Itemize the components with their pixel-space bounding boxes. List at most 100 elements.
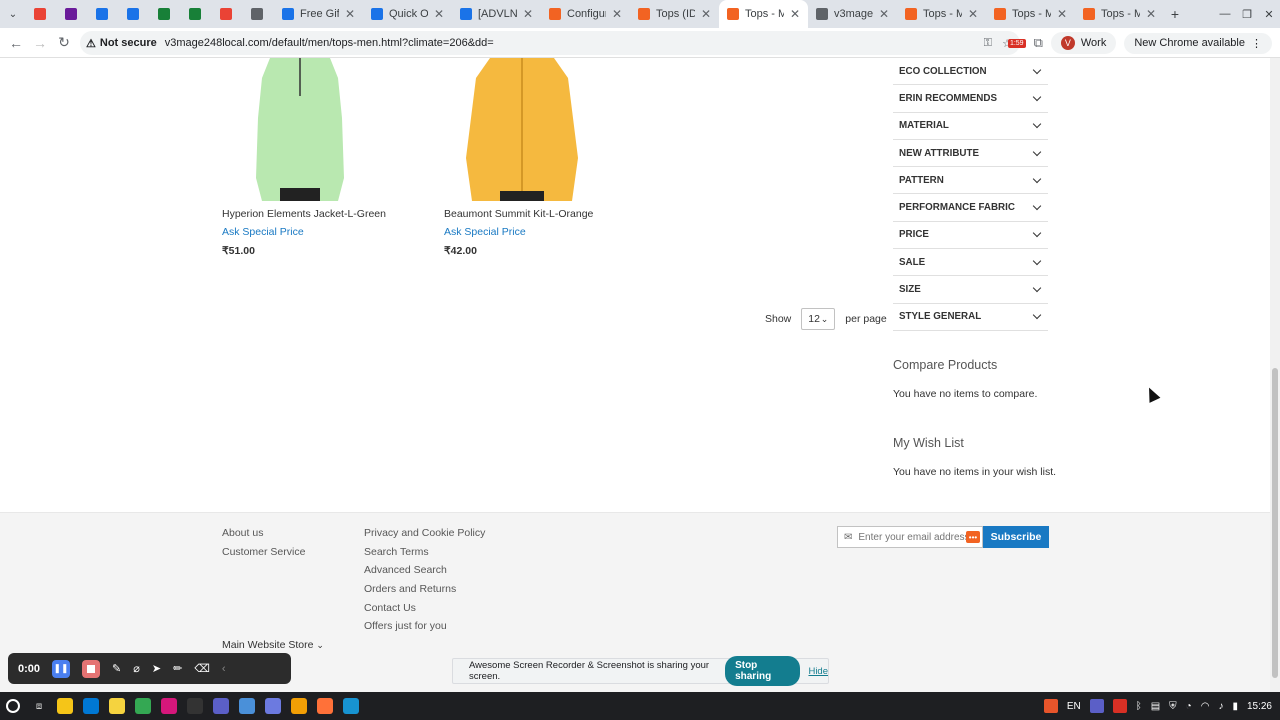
filter-option[interactable]: SIZE: [893, 276, 1048, 304]
filter-option[interactable]: MATERIAL: [893, 113, 1048, 140]
shield-icon[interactable]: ⛨: [1169, 701, 1177, 712]
limiter-select[interactable]: 12 ⌄: [801, 308, 836, 330]
filter-option[interactable]: PRICE: [893, 222, 1048, 250]
eraser-icon[interactable]: ⌫: [194, 662, 210, 675]
close-icon[interactable]: ✕: [1258, 0, 1280, 28]
ask-special-price-link[interactable]: Ask Special Price: [222, 226, 422, 238]
filter-option[interactable]: PERFORMANCE FABRIC: [893, 194, 1048, 222]
store-switcher[interactable]: Main Website Store ⌄: [222, 639, 324, 651]
browser-tab[interactable]: [150, 0, 181, 28]
browser-tab[interactable]: [119, 0, 150, 28]
tab-close-icon[interactable]: ✕: [345, 7, 355, 21]
browser-tab[interactable]: [212, 0, 243, 28]
browser-tab[interactable]: [26, 0, 57, 28]
taskbar-app-terminal[interactable]: [182, 692, 208, 720]
tab-close-icon[interactable]: ✕: [879, 7, 889, 21]
stop-recording-button[interactable]: [82, 659, 101, 678]
password-key-icon[interactable]: ⚿: [984, 37, 992, 50]
footer-link-orders-returns[interactable]: Orders and Returns: [364, 583, 456, 595]
omnibox[interactable]: ⚠ Not secure v3mage248local.com/default/m…: [80, 31, 1020, 55]
filter-option[interactable]: ERIN RECOMMENDS: [893, 85, 1048, 113]
browser-tab[interactable]: [57, 0, 88, 28]
launcher-icon[interactable]: [0, 692, 26, 720]
product-item[interactable]: Beaumont Summit Kit-L-Orange Ask Special…: [444, 58, 644, 257]
ask-special-price-link[interactable]: Ask Special Price: [444, 226, 644, 238]
browser-tab[interactable]: [181, 0, 212, 28]
footer-link-about[interactable]: About us: [222, 527, 263, 539]
tab-close-icon[interactable]: ✕: [1146, 7, 1156, 21]
tab-close-icon[interactable]: ✕: [523, 7, 533, 21]
minimize-icon[interactable]: —: [1214, 0, 1236, 28]
taskbar-app-camera[interactable]: [234, 692, 260, 720]
tab-close-icon[interactable]: ✕: [790, 7, 800, 21]
footer-link-privacy[interactable]: Privacy and Cookie Policy: [364, 527, 485, 539]
tab-close-icon[interactable]: ✕: [1057, 7, 1067, 21]
tab-close-icon[interactable]: ✕: [968, 7, 978, 21]
product-name[interactable]: Beaumont Summit Kit-L-Orange: [444, 208, 644, 220]
bluetooth-icon[interactable]: ᛒ: [1136, 701, 1142, 712]
forward-button[interactable]: →: [28, 31, 52, 55]
mic-off-icon[interactable]: ⌀: [133, 662, 140, 675]
taskbar-app-chrome[interactable]: [130, 692, 156, 720]
pointer-icon[interactable]: ➤: [152, 662, 161, 675]
taskbar-app-sublime[interactable]: [286, 692, 312, 720]
browser-tab[interactable]: Tops - Me ✕: [986, 0, 1075, 28]
product-item[interactable]: Hyperion Elements Jacket-L-Green Ask Spe…: [222, 58, 422, 257]
taskbar-app-editor[interactable]: [260, 692, 286, 720]
filter-option[interactable]: SALE: [893, 249, 1048, 277]
collapse-icon[interactable]: ‹: [222, 663, 226, 675]
filter-option[interactable]: PATTERN: [893, 167, 1048, 195]
footer-link-search-terms[interactable]: Search Terms: [364, 546, 429, 558]
language-indicator[interactable]: EN: [1067, 701, 1081, 712]
taskbar-app-teams[interactable]: [208, 692, 234, 720]
browser-tab[interactable]: [243, 0, 274, 28]
page-scrollbar[interactable]: [1270, 58, 1280, 692]
taskbar-app-files[interactable]: [52, 692, 78, 720]
browser-tab[interactable]: Quick Ord ✕: [363, 0, 452, 28]
tab-close-icon[interactable]: ✕: [434, 7, 444, 21]
filter-option[interactable]: STYLE GENERAL: [893, 304, 1048, 331]
footer-link-offers[interactable]: Offers just for you: [364, 620, 447, 632]
stop-sharing-button[interactable]: Stop sharing: [725, 656, 801, 686]
clock[interactable]: 15:26: [1247, 701, 1272, 712]
extension-badge[interactable]: 1:59: [1007, 38, 1026, 48]
subscribe-button[interactable]: Subscribe: [983, 526, 1049, 548]
maximize-icon[interactable]: ❐: [1236, 0, 1258, 28]
extensions-icon[interactable]: ⧉: [1034, 35, 1043, 51]
browser-tab[interactable]: Tops (ID: 1 ✕: [630, 0, 719, 28]
footer-link-customer-service[interactable]: Customer Service: [222, 546, 305, 558]
browser-tab[interactable]: [88, 0, 119, 28]
update-button[interactable]: New Chrome available ⋮: [1124, 32, 1272, 54]
browser-tab[interactable]: Tops - Me ✕: [1075, 0, 1164, 28]
browser-tab[interactable]: Free Gift I ✕: [274, 0, 363, 28]
back-button[interactable]: ←: [4, 31, 28, 55]
clipboard-icon[interactable]: ▤: [1151, 701, 1160, 712]
reload-button[interactable]: ↻: [52, 31, 76, 55]
tab-search-button[interactable]: ⌄: [0, 0, 26, 28]
recorder-tray-icon[interactable]: [1043, 699, 1058, 713]
product-image[interactable]: [222, 58, 378, 201]
notification-icon[interactable]: ◔: [1186, 701, 1192, 712]
taskbar-app-arch[interactable]: [338, 692, 364, 720]
battery-icon[interactable]: ▮: [1232, 701, 1238, 712]
browser-tab[interactable]: Tops - Mer ✕: [897, 0, 986, 28]
browser-tab[interactable]: v3mage24 ✕: [808, 0, 897, 28]
network-tray-icon[interactable]: [1112, 699, 1127, 713]
password-manager-icon[interactable]: •••: [966, 531, 980, 543]
filter-option[interactable]: ECO COLLECTION: [893, 58, 1048, 86]
scrollbar-thumb[interactable]: [1272, 368, 1278, 678]
product-name[interactable]: Hyperion Elements Jacket-L-Green: [222, 208, 422, 220]
browser-tab[interactable]: Tops - Mer ✕: [719, 0, 808, 28]
browser-tab[interactable]: [ADVLNA ✕: [452, 0, 541, 28]
taskbar-app-notes[interactable]: [104, 692, 130, 720]
taskbar-app-firefox[interactable]: [312, 692, 338, 720]
teams-tray-icon[interactable]: [1089, 699, 1104, 713]
browser-tab[interactable]: Configura ✕: [541, 0, 630, 28]
footer-link-advanced-search[interactable]: Advanced Search: [364, 564, 447, 576]
volume-icon[interactable]: ♪: [1218, 701, 1223, 712]
url-text[interactable]: v3mage248local.com/default/men/tops-men.…: [165, 37, 494, 49]
new-tab-button[interactable]: +: [1164, 0, 1186, 28]
taskbar-app-phpstorm[interactable]: [156, 692, 182, 720]
tab-close-icon[interactable]: ✕: [701, 7, 711, 21]
newsletter-email-field[interactable]: ✉ Enter your email address •••: [837, 526, 983, 548]
